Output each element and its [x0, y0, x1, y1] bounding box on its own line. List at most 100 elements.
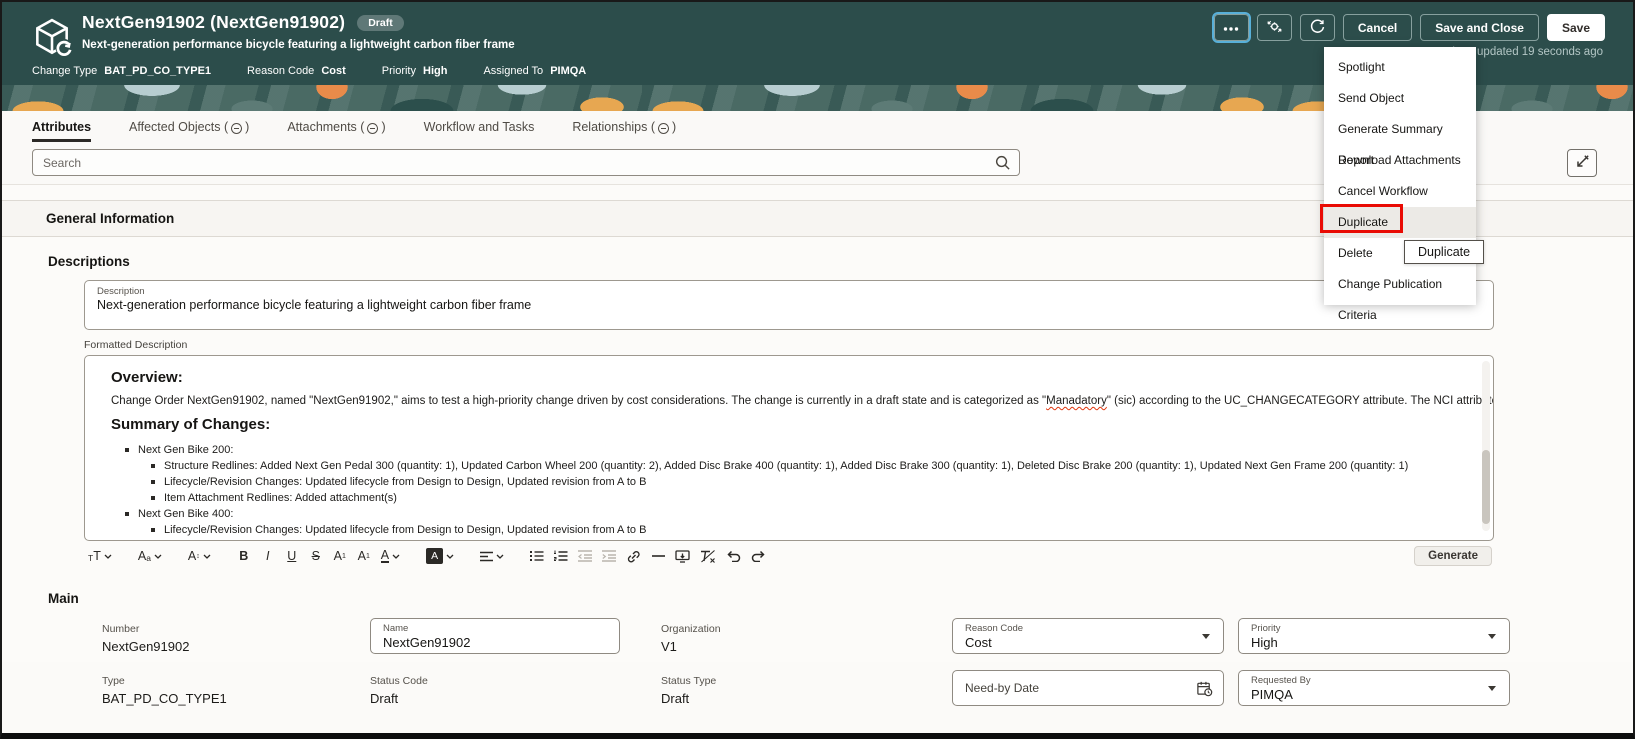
save-and-close-button[interactable]: Save and Close	[1420, 14, 1539, 41]
menu-item-download-attachments[interactable]: Download Attachments	[1324, 145, 1476, 176]
tab-attachments[interactable]: Attachments ()	[287, 120, 385, 142]
embed-media-icon[interactable]	[675, 547, 690, 565]
menu-item-spotlight[interactable]: Spotlight	[1324, 52, 1476, 83]
bullet-list-icon[interactable]	[530, 547, 544, 565]
description-field[interactable]: Description Next-generation performance …	[84, 280, 1494, 330]
refresh-icon	[1309, 18, 1326, 38]
generate-button[interactable]: Generate	[1414, 546, 1492, 566]
link-icon[interactable]	[626, 547, 641, 565]
horizontal-rule-icon[interactable]	[651, 547, 665, 565]
field-value: NextGen91902	[102, 639, 190, 654]
search-icon[interactable]	[994, 154, 1011, 176]
status-badge: Draft	[357, 14, 404, 31]
menu-item-change-publication-criteria[interactable]: Change Publication Criteria	[1324, 269, 1476, 322]
pending-count-icon	[231, 122, 243, 134]
font-family-icon[interactable]: Aa	[138, 547, 162, 565]
italic-icon[interactable]: I	[261, 547, 275, 565]
field-value: V1	[661, 639, 677, 654]
indent-icon[interactable]	[602, 547, 617, 565]
tab-label: Attributes	[32, 120, 92, 134]
tab-label-close: )	[381, 120, 386, 134]
numbered-list-icon[interactable]	[554, 547, 568, 565]
text-style-icon[interactable]: TT	[88, 547, 112, 565]
misspelled-word: Manadatory	[1046, 395, 1107, 407]
meta-value: Cost	[321, 65, 346, 77]
pending-count-icon	[367, 122, 379, 134]
tab-relationships[interactable]: Relationships ()	[572, 120, 676, 142]
field-label: Reason Code	[965, 623, 1024, 634]
rich-text-editor[interactable]: Overview: Change Order NextGen91902, nam…	[84, 355, 1494, 541]
tab-label: Affected Objects (	[129, 120, 229, 134]
field-value: High	[1251, 635, 1278, 650]
search-input[interactable]	[32, 149, 1020, 176]
date-placeholder: Need-by Date	[965, 681, 1040, 695]
reason-code-select[interactable]: Reason Code Cost	[952, 618, 1224, 654]
outdent-icon[interactable]	[578, 547, 593, 565]
app-window: NextGen91902 (NextGen91902) Draft Next-g…	[0, 0, 1635, 739]
pending-count-icon	[658, 122, 670, 134]
save-button[interactable]: Save	[1546, 14, 1605, 41]
tab-attributes[interactable]: Attributes	[32, 120, 92, 142]
bold-icon[interactable]: B	[237, 547, 251, 565]
field-label: Type	[102, 675, 125, 687]
underline-icon[interactable]: U	[285, 547, 299, 565]
field-status-type: Status Type Draft	[661, 670, 952, 706]
list-item: Lifecycle/Revision Changes: Updated life…	[151, 522, 1453, 538]
paragraph-text: Change Order NextGen91902, named "NextGe…	[111, 395, 1047, 407]
field-label: Status Code	[370, 675, 428, 687]
chevron-down-icon	[1488, 634, 1496, 639]
menu-item-duplicate[interactable]: Duplicate	[1324, 207, 1476, 238]
tag-gear-button[interactable]	[1256, 14, 1292, 41]
menu-item-cancel-workflow[interactable]: Cancel Workflow	[1324, 176, 1476, 207]
clear-formatting-icon[interactable]	[700, 547, 716, 565]
tab-label-close: )	[245, 120, 250, 134]
text-color-icon[interactable]: A	[380, 547, 400, 565]
tab-workflow-and-tasks[interactable]: Workflow and Tasks	[424, 120, 535, 142]
tab-label: Attachments (	[287, 120, 365, 134]
field-status-code: Status Code Draft	[370, 670, 661, 706]
strikethrough-icon[interactable]: S	[309, 547, 323, 565]
duplicate-tooltip: Duplicate	[1404, 240, 1485, 264]
menu-item-send-object[interactable]: Send Object	[1324, 83, 1476, 114]
tab-label-close: )	[672, 120, 677, 134]
actions-menu: Spotlight Send Object Generate Summary R…	[1324, 47, 1476, 322]
meta-label: Change Type	[32, 65, 98, 77]
field-label: Status Type	[661, 675, 717, 687]
tab-affected-objects[interactable]: Affected Objects ()	[129, 120, 249, 142]
highlight-color-icon[interactable]: A	[426, 547, 454, 565]
main-fields-grid: Number NextGen91902 Name Organization V1…	[102, 618, 1633, 706]
meta-label: Reason Code	[247, 65, 315, 77]
subscript-icon[interactable]: A1	[357, 547, 371, 565]
field-label: Number	[102, 623, 140, 635]
cancel-button[interactable]: Cancel	[1342, 14, 1413, 41]
name-input[interactable]	[383, 635, 607, 650]
requested-by-select[interactable]: Requested By PIMQA	[1238, 670, 1510, 706]
more-actions-button[interactable]	[1211, 12, 1251, 43]
editor-overview-paragraph: Change Order NextGen91902, named "NextGe…	[111, 395, 1493, 407]
name-field[interactable]: Name	[370, 618, 620, 654]
header-meta: Change Type BAT_PD_CO_TYPE1 Reason Code Co…	[32, 65, 586, 77]
editor-toolbar: TT Aa A ↕ B I U S A1 A1 A A Generate	[84, 541, 1494, 567]
meta-label: Priority	[381, 65, 416, 77]
calendar-clock-icon[interactable]	[1196, 680, 1213, 697]
field-type: Type BAT_PD_CO_TYPE1	[102, 670, 370, 706]
field-value: PIMQA	[1251, 687, 1293, 702]
formatted-description-label: Formatted Description	[84, 339, 188, 351]
priority-select[interactable]: Priority High	[1238, 618, 1510, 654]
refresh-button[interactable]	[1299, 14, 1335, 41]
superscript-icon[interactable]: A1	[333, 547, 347, 565]
editor-scrollbar-thumb[interactable]	[1482, 450, 1490, 524]
redo-icon[interactable]	[751, 547, 766, 565]
open-panel-button[interactable]	[1567, 149, 1597, 177]
field-label: Requested By	[1251, 675, 1311, 686]
align-icon[interactable]	[480, 547, 504, 565]
editor-overview-heading: Overview:	[111, 369, 183, 386]
font-size-icon[interactable]: A ↕	[188, 547, 211, 565]
page-title: NextGen91902 (NextGen91902)	[82, 12, 346, 32]
meta-label: Assigned To	[483, 65, 544, 77]
tab-label: Relationships (	[572, 120, 656, 134]
need-by-date-field[interactable]: Need-by Date	[952, 670, 1224, 706]
undo-icon[interactable]	[726, 547, 741, 565]
field-organization: Organization V1	[661, 618, 952, 654]
menu-item-generate-summary-report[interactable]: Generate Summary Report	[1324, 114, 1476, 167]
